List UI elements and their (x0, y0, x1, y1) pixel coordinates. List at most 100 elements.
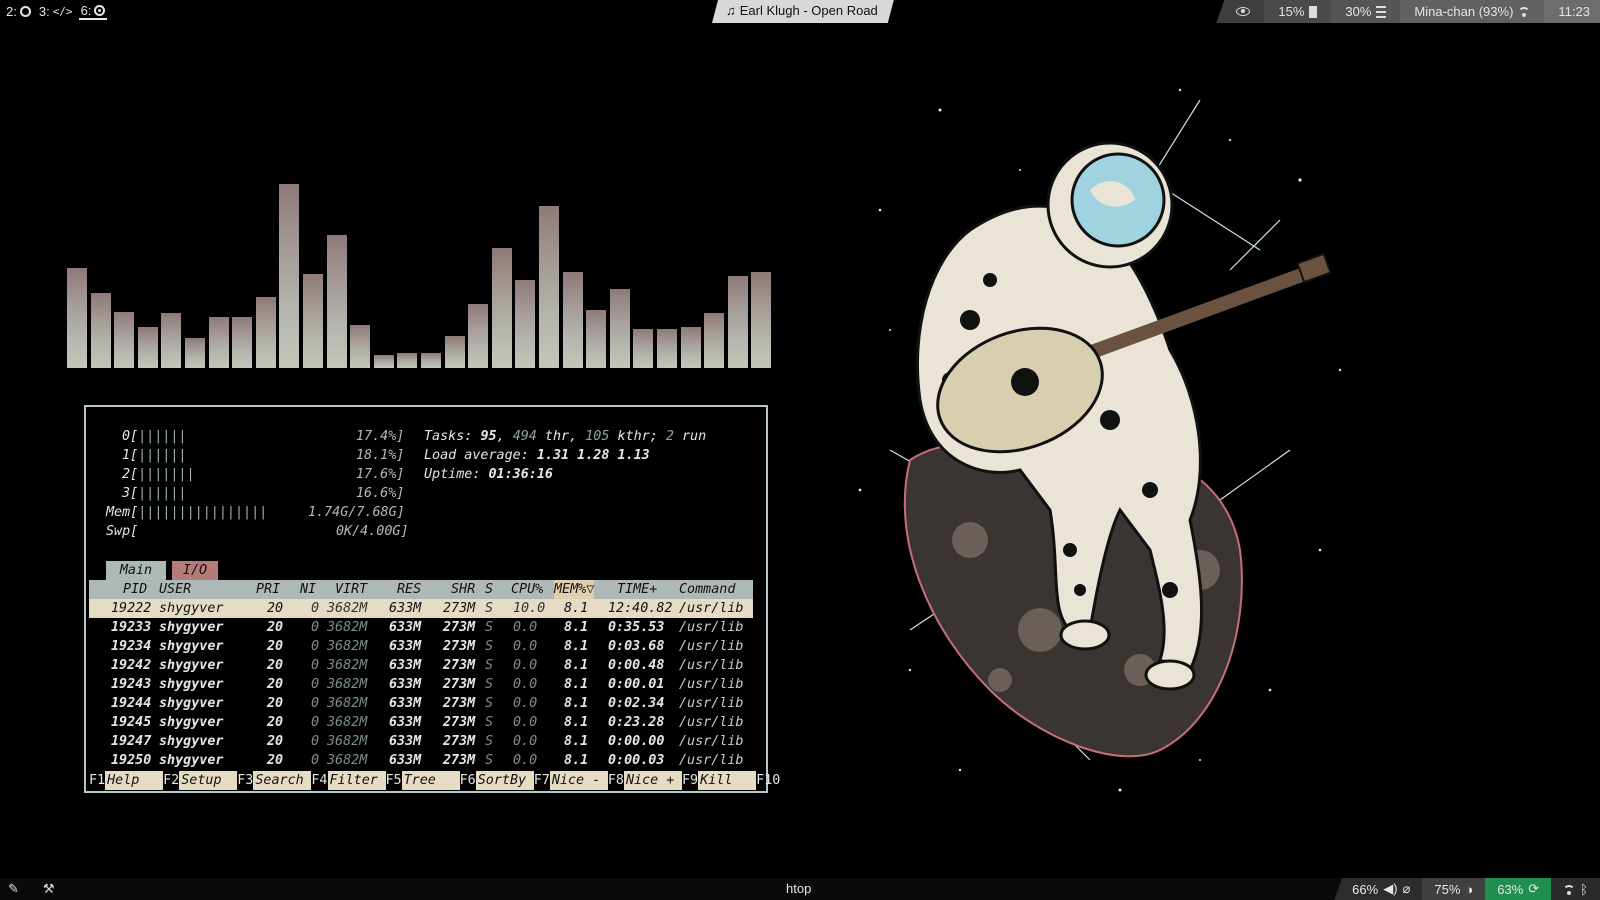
column-shr[interactable]: SHR (451, 580, 475, 599)
tab-io[interactable]: I/O (172, 561, 218, 580)
cpu-bar: |||||| (138, 486, 187, 501)
fkey-8[interactable]: F8 Nice + (608, 771, 682, 790)
fkey-10[interactable]: F10 (756, 771, 780, 790)
brightness-status[interactable]: 15% (1264, 0, 1332, 23)
visualizer-bar (303, 274, 323, 368)
column-time[interactable]: TIME+ (617, 580, 657, 599)
cell-virt: 3682M (327, 658, 368, 673)
cell-time: 0:00.00 (608, 734, 665, 749)
cell-s: S (485, 620, 494, 635)
cpu-bar: |||||| (138, 448, 187, 463)
column-cpu[interactable]: CPU% (511, 580, 543, 599)
fkey-1[interactable]: F1 Help (89, 771, 164, 790)
volume-control[interactable]: 66% ◀) ⌀ (1334, 878, 1423, 900)
cell-mem: 8.1 (564, 639, 589, 654)
contrast-icon: ◑ (1465, 881, 1474, 897)
process-row[interactable]: 19244 shygyver 20 0 3682M 633M 273M S 0.0 8.1 0:02… (89, 694, 753, 713)
cell-mem: 8.1 (564, 677, 589, 692)
brightness-value: 15% (1278, 4, 1305, 19)
paint-roller-icon[interactable]: ⚒ (43, 881, 55, 897)
clock[interactable]: 11:23 (1544, 0, 1600, 23)
cell-cpu: 0.0 (513, 639, 538, 654)
process-row[interactable]: 19245 shygyver 20 0 3682M 633M 273M S 0.0 8.1 0:23… (89, 713, 753, 732)
cell-pid: 19250 (111, 753, 152, 768)
column-command[interactable]: Command (679, 580, 735, 599)
fkey-5[interactable]: F5 Tree (386, 771, 460, 790)
brightness-icon (1309, 5, 1318, 18)
cell-time: 0:23.28 (608, 715, 665, 730)
visualizer-bar (751, 272, 772, 368)
visualizer-bar (397, 353, 418, 368)
column-res[interactable]: RES (397, 580, 421, 599)
cell-pri: 20 (267, 753, 284, 768)
tab-main[interactable]: Main (106, 561, 166, 580)
threads-count: 494 (512, 429, 537, 444)
cell-pri: 20 (267, 639, 284, 654)
cell-time: 0:00.48 (608, 658, 665, 673)
cell-user: shygyver (159, 658, 224, 673)
battery-status[interactable]: 63% ⟳ (1485, 878, 1552, 900)
cell-virt: 3682M (327, 620, 368, 635)
now-playing-widget[interactable]: ♫ Earl Klugh - Open Road (712, 0, 894, 23)
process-row[interactable]: 19247 shygyver 20 0 3682M 633M 273M S 0.0 8.1 0:00… (89, 732, 753, 751)
cell-virt: 3682M (327, 753, 368, 768)
process-row[interactable]: 19242 shygyver 20 0 3682M 633M 273M S 0.0 8.1 0:00… (89, 656, 753, 675)
process-table-header: PID USER PRI NI VIRT RES SHR S CPU% MEM%… (89, 580, 753, 599)
column-user[interactable]: USER (159, 580, 191, 599)
column-s[interactable]: S (485, 580, 493, 599)
column-mem[interactable]: MEM%▽ (554, 580, 595, 599)
fkey-6[interactable]: F6 SortBy (460, 771, 534, 790)
process-row[interactable]: 19250 shygyver 20 0 3682M 633M 273M S 0.0 8.1 0:00… (89, 751, 753, 770)
process-row[interactable]: 19234 shygyver 20 0 3682M 633M 273M S 0.0 8.1 0:03… (89, 637, 753, 656)
process-row[interactable]: 19243 shygyver 20 0 3682M 633M 273M S 0.0 8.1 0:00… (89, 675, 753, 694)
privacy-indicator[interactable] (1216, 0, 1265, 23)
process-row[interactable]: 19222 shygyver 20 0 3682M 633M 273M S 10.0 8.1 12:… (89, 599, 753, 618)
fkey-4[interactable]: F4 Filter (311, 771, 386, 790)
tasks-sep: , (496, 429, 513, 444)
visualizer-bar (232, 317, 253, 368)
cell-mem: 8.1 (564, 658, 589, 673)
cpu-value-0: 17.4%] (356, 429, 405, 444)
menu-icon (1376, 5, 1387, 18)
cell-time: 0:00.01 (608, 677, 665, 692)
cell-shr: 273M (443, 753, 476, 768)
visualizer-bar (468, 304, 489, 368)
brush-icon[interactable]: ✎ (8, 881, 19, 897)
process-row[interactable]: 19233 shygyver 20 0 3682M 633M 273M S 0.0 8.1 0:35… (89, 618, 753, 637)
column-pri[interactable]: PRI (256, 580, 280, 599)
column-virt[interactable]: VIRT (335, 580, 367, 599)
fkey-7[interactable]: F7 Nice - (534, 771, 608, 790)
visualizer-bar (444, 336, 465, 368)
cell-res: 633M (389, 620, 422, 635)
brightness-control[interactable]: 75% ◑ (1422, 878, 1486, 900)
cell-shr: 273M (443, 658, 476, 673)
workspace-3[interactable]: 3: </> (37, 3, 75, 20)
fkey-2[interactable]: F2 Setup (163, 771, 238, 790)
status-area: 15% 30% Mina-chan (93%) 11:23 (1216, 0, 1600, 23)
cell-mem: 8.1 (564, 620, 589, 635)
network-tray[interactable]: ᛒ (1551, 878, 1600, 900)
cpu-meter-0: 0[|||||| (122, 427, 187, 446)
boot-right (1144, 659, 1196, 691)
visualizer-bar (633, 329, 654, 368)
fkey-9[interactable]: F9 Kill (682, 771, 757, 790)
htop-window[interactable]: 0[|||||| 17.4%] 1[|||||| 18.1%] 2[||||||… (84, 405, 780, 793)
load-label: Load average: (424, 448, 537, 463)
cell-time: 0:03.68 (608, 639, 665, 654)
column-ni[interactable]: NI (300, 580, 316, 599)
fkey-3[interactable]: F3 Search (237, 771, 312, 790)
visualizer-bar (515, 280, 536, 368)
fkey-key: F9 (682, 773, 699, 788)
column-pid[interactable]: PID (123, 580, 147, 599)
cell-pid: 19243 (111, 677, 152, 692)
cell-user: shygyver (159, 639, 224, 654)
workspace-6[interactable]: 6: (78, 3, 108, 20)
visualizer-bar (491, 248, 512, 368)
cell-time: 0:00.03 (608, 753, 665, 768)
wifi-status[interactable]: Mina-chan (93%) (1400, 0, 1545, 23)
wifi-network: Mina-chan (93%) (1414, 4, 1514, 19)
volume-status[interactable]: 30% (1331, 0, 1401, 23)
fkey-label: Tree (401, 771, 460, 790)
fkey-label: Kill (698, 771, 757, 790)
workspace-2[interactable]: 2: (4, 3, 33, 20)
